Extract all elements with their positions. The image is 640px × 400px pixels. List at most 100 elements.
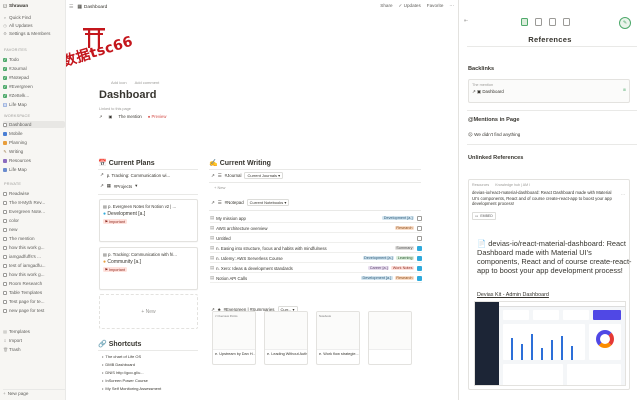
add-icon-button[interactable]: Add icon <box>111 80 127 85</box>
notepad-row[interactable]: ▤ n. Easing into structure, focus and hab… <box>210 244 422 253</box>
journal-new-button[interactable]: + New <box>214 185 225 190</box>
more-icon[interactable]: ··· <box>449 3 454 9</box>
sidebar-trash[interactable]: 🗑 Trash <box>3 346 65 353</box>
plans-linked-row[interactable]: ↗ p. Tracking: Communication wi... <box>100 172 170 178</box>
sidebar-fav-lifemap[interactable]: ▦ Life Map <box>3 101 65 108</box>
backlink-card[interactable]: The mention ↗ ▣ Dashboard ⊞ <box>468 79 630 103</box>
sidebar-private-item[interactable]: color <box>3 217 65 224</box>
sidebar-item-planning[interactable]: Planning <box>3 139 65 146</box>
embed-badge[interactable]: ▭ EMBED <box>472 211 496 220</box>
plan-card[interactable]: ▤ p. Evergreen Notes for Notion v2 | ...… <box>99 199 198 242</box>
sidebar-private-item[interactable]: Table Templates <box>3 289 65 296</box>
evergreen-card[interactable]: Notebook e. Work flow strategie... <box>316 311 360 365</box>
row-tags: Research <box>394 226 414 230</box>
notepad-view-tab[interactable]: Current Notebooks ▾ <box>246 199 290 206</box>
card-title: ▤ p. Tracking: Communication with fri... <box>103 252 177 257</box>
row-tag: Development [a.] <box>361 276 393 280</box>
notepad-row[interactable]: ▤ AWS architecture overview Research <box>210 224 422 233</box>
row-tag: Work Notes <box>391 266 414 270</box>
row-checkbox[interactable] <box>417 245 422 251</box>
sidebar-private-item[interactable]: Room Research <box>3 280 65 287</box>
sidebar-private-item[interactable]: new page for test <box>3 307 65 314</box>
sidebar-item-dashboard[interactable]: Dashboard <box>3 121 65 128</box>
notepad-row[interactable]: ▤ n. Xero: Ideas & development standards C… <box>210 264 422 273</box>
panel-tab-toc[interactable] <box>535 18 542 26</box>
shortcut-link[interactable]: • InScreen Power Course <box>102 378 148 383</box>
sidebar-item-resources[interactable]: Resources <box>3 157 65 164</box>
sidebar-private-item[interactable]: how this work g... <box>3 271 65 278</box>
evergreen-card[interactable]: e. Leading Without Autho... <box>264 311 308 365</box>
journal-view[interactable]: ↗ ☰ #Journal Current Journals ▾ <box>211 172 284 179</box>
row-checkbox[interactable] <box>417 265 422 271</box>
row-checkbox[interactable] <box>417 225 422 231</box>
panel-tab-outline[interactable] <box>549 18 556 26</box>
page-title[interactable]: Dashboard <box>99 89 156 101</box>
shortcut-link[interactable]: • The chart of Life OS <box>102 354 141 359</box>
shortcut-link[interactable]: • DNIS http://goo.gl/u... <box>102 370 144 375</box>
sidebar-fav-notepad[interactable]: ✓ #Notepad <box>3 74 65 81</box>
panel-tab-notes[interactable] <box>563 18 570 26</box>
new-card-area[interactable]: + New <box>99 294 198 329</box>
quick-find[interactable]: ⌕ Quick Find <box>3 14 65 21</box>
page-meta-actions: Add icon Add comment <box>111 80 159 85</box>
link-chip[interactable]: ⊞ <box>623 88 626 92</box>
evergreen-card[interactable]: // Overview Points e. Upstream by Dan H..… <box>212 311 256 365</box>
no-mentions: ☹ We didn't find anything <box>468 132 521 137</box>
preview-link[interactable]: ● Preview <box>148 114 167 119</box>
journal-view-tab[interactable]: Current Journals ▾ <box>244 172 284 179</box>
ref-link[interactable]: Devias Kit - Admin Dashboard <box>477 292 549 298</box>
row-checkbox[interactable] <box>417 235 422 241</box>
sidebar-private-item[interactable]: Test page for te... <box>3 298 65 305</box>
sidebar-private-item[interactable]: iamgadfuffs's ... <box>3 253 65 260</box>
notepad-row[interactable]: ▤ My mission app Development [a.] <box>210 214 422 223</box>
sidebar-fav-journal[interactable]: ✓ #Journal <box>3 65 65 72</box>
sidebar-fav-evergreen[interactable]: ✓ #Evergreen <box>3 83 65 90</box>
sidebar-private-item[interactable]: Evergreen Note... <box>3 208 65 215</box>
more-icon[interactable]: ⋯ <box>621 192 625 197</box>
sidebar-item-writing[interactable]: ✎ Writing <box>3 148 65 155</box>
updates-button[interactable]: ✓ Updates <box>399 3 421 9</box>
shortcut-link[interactable]: • My Self Monitoring Assessment <box>102 386 161 391</box>
pen-icon: ✍ <box>209 160 218 167</box>
workspace-switcher[interactable]: S Shrawan <box>3 2 65 9</box>
page-icon <box>3 218 7 223</box>
panel-tab-references[interactable] <box>521 18 528 26</box>
add-comment-button[interactable]: Add comment <box>135 80 160 85</box>
notepad-row[interactable]: ▤ Notion API Calls Development [a.] Researc… <box>210 274 422 283</box>
preview-donut <box>589 324 621 360</box>
card-priority: ⚑ Important <box>100 218 197 226</box>
evergreen-card[interactable] <box>368 311 412 365</box>
sidebar-private-item[interactable]: test of iamgadfu... <box>3 262 65 269</box>
favorite-button[interactable]: Favorite <box>427 3 444 9</box>
sidebar-private-item[interactable]: The mention <box>3 235 65 242</box>
sidebar-item-mobile[interactable]: Mobile <box>3 130 65 137</box>
app-logo-icon[interactable]: ✎ <box>619 17 631 29</box>
sidebar-private-item[interactable]: how this work g... <box>3 244 65 251</box>
sidebar-item-lifemap[interactable]: Life Map <box>3 166 65 173</box>
sidebar-fav-zettelk[interactable]: ✓ #Zettelk... <box>3 92 65 99</box>
notepad-row[interactable]: ▤ Untitled <box>210 234 422 243</box>
sidebar-templates[interactable]: ▤ Templates <box>3 328 65 335</box>
sidebar-fav-todo[interactable]: ✓ Todo <box>3 56 65 63</box>
sidebar-item-label: The 8-Myth Rev... <box>9 200 46 205</box>
all-updates[interactable]: ◷ All Updates <box>3 22 65 29</box>
menu-icon[interactable]: ☰ <box>69 5 73 10</box>
row-checkbox[interactable] <box>417 255 422 261</box>
collapse-icon[interactable]: ⇤ <box>464 18 468 24</box>
projects-view[interactable]: ↗ ▦ #Projects ▾ <box>100 183 137 189</box>
share-button[interactable]: Share <box>380 3 392 9</box>
row-checkbox[interactable] <box>417 215 422 221</box>
notepad-row[interactable]: ▤ n. Udemy: AWS Serverless Course Developm… <box>210 254 422 263</box>
linked-mention[interactable]: ↗ ▣ The mention ● Preview <box>99 114 166 119</box>
sidebar-private-item[interactable]: new <box>3 226 65 233</box>
plan-card[interactable]: ▤ p. Tracking: Communication with fri...… <box>99 247 198 290</box>
sidebar-private-item[interactable]: The 8-Myth Rev... <box>3 199 65 206</box>
settings-members[interactable]: ⚙ Settings & Members <box>3 30 65 37</box>
notepad-view[interactable]: ↗ ☰ #Notepad Current Notebooks ▾ <box>211 199 290 206</box>
shortcut-link[interactable]: • DMB Dashboard <box>102 362 135 367</box>
sidebar-import[interactable]: ⇩ Import <box>3 337 65 344</box>
sidebar-private-item[interactable]: Readwise <box>3 190 65 197</box>
new-page-button[interactable]: + New page <box>3 389 65 396</box>
breadcrumb[interactable]: Dashboard <box>84 5 107 10</box>
row-checkbox[interactable] <box>417 275 422 281</box>
